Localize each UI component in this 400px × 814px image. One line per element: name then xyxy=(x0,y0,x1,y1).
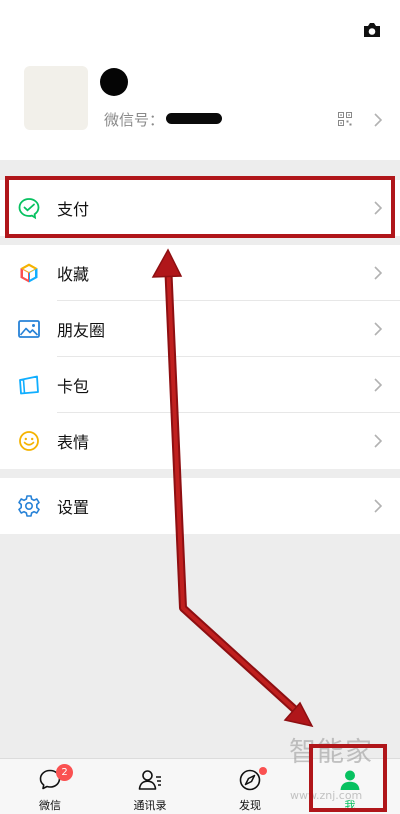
annotation-arrow xyxy=(151,248,314,728)
